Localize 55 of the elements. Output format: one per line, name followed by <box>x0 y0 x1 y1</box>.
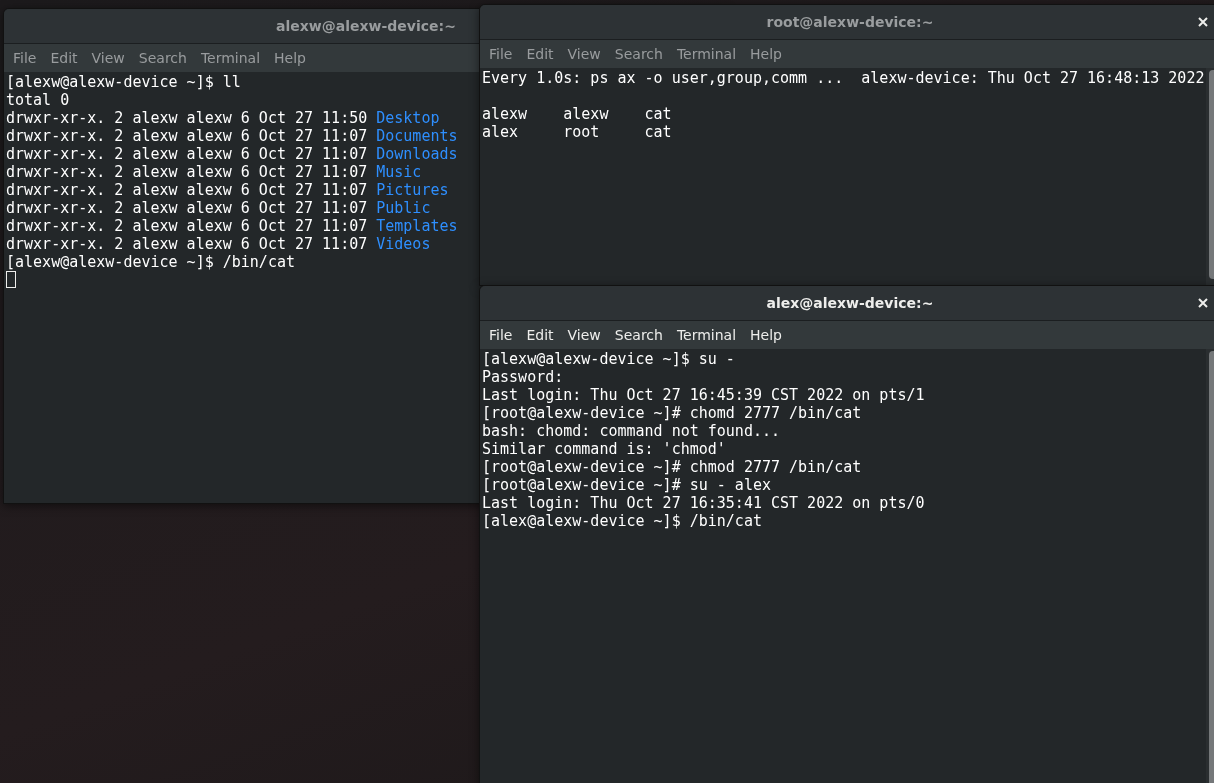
terminal-line: drwxr-xr-x. 2 alexw alexw 6 Oct 27 11:07 <box>6 217 368 235</box>
terminal-line: Last login: Thu Oct 27 16:45:39 CST 2022 on pts/1 <box>482 386 925 404</box>
terminal-line: drwxr-xr-x. 2 alexw alexw 6 Oct 27 11:50 <box>6 109 368 127</box>
terminal-line: drwxr-xr-x. 2 alexw alexw 6 Oct 27 11:07 <box>6 145 368 163</box>
terminal-line: drwxr-xr-x. 2 alexw alexw 6 Oct 27 11:07 <box>6 127 368 145</box>
menu-item[interactable]: Terminal <box>670 327 743 343</box>
directory-name: Public <box>376 199 431 217</box>
directory-name: Downloads <box>376 145 458 163</box>
watch-header: Every 1.0s: ps ax -o user,group,comm ... alexw-device: Thu Oct 27 16:48:13 2022 <box>482 69 1205 87</box>
terminal-line: [alexw@alexw-device ~]$ /bin/cat <box>6 253 295 271</box>
terminal-line: Password: <box>482 368 564 386</box>
terminal-line: Last login: Thu Oct 27 16:35:41 CST 2022 on pts/0 <box>482 494 925 512</box>
terminal-line: drwxr-xr-x. 2 alexw alexw 6 Oct 27 11:07 <box>6 163 368 181</box>
menu-item[interactable]: Terminal <box>194 50 267 66</box>
terminal-line: drwxr-xr-x. 2 alexw alexw 6 Oct 27 11:07 <box>6 199 368 217</box>
menu-item[interactable]: File <box>483 327 519 343</box>
directory-name: Music <box>376 163 422 181</box>
menu-item[interactable]: File <box>7 50 43 66</box>
menu-item[interactable]: File <box>483 46 519 62</box>
directory-name: Documents <box>376 127 458 145</box>
terminal-line: [root@alexw-device ~]# chomd 2777 /bin/cat <box>482 404 862 422</box>
menu-item[interactable]: Help <box>268 50 312 66</box>
menu-item[interactable]: Search <box>608 46 669 62</box>
directory-name: Pictures <box>376 181 449 199</box>
directory-name: Templates <box>376 217 458 235</box>
terminal-line: [alexw@alexw-device ~]$ su - <box>482 350 735 368</box>
terminal-line: [alex@alexw-device ~]$ /bin/cat <box>482 512 762 530</box>
terminal-line: alex root cat <box>482 123 672 141</box>
terminal-line: total 0 <box>6 91 70 109</box>
window-title: alexw@alexw-device:~ <box>276 18 456 34</box>
window-title: root@alexw-device:~ <box>766 14 934 30</box>
terminal-line: drwxr-xr-x. 2 alexw alexw 6 Oct 27 11:07 <box>6 235 368 253</box>
terminal-line: [alexw@alexw-device ~]$ ll <box>6 73 241 91</box>
menu-item[interactable]: Edit <box>520 327 560 343</box>
directory-name: Desktop <box>376 109 440 127</box>
window-title: alex@alexw-device:~ <box>766 295 934 311</box>
close-icon <box>1198 17 1208 27</box>
menu-item[interactable]: Help <box>744 327 788 343</box>
menu-item[interactable]: Edit <box>520 46 560 62</box>
menu-item[interactable]: View <box>561 327 607 343</box>
terminal-line: Similar command is: 'chmod' <box>482 440 726 458</box>
menu-item[interactable]: View <box>85 50 131 66</box>
terminal-line: drwxr-xr-x. 2 alexw alexw 6 Oct 27 11:07 <box>6 181 368 199</box>
menu-item[interactable]: Help <box>744 46 788 62</box>
terminal-line: bash: chomd: command not found... <box>482 422 780 440</box>
menu-item[interactable]: Terminal <box>670 46 743 62</box>
terminal-line: [root@alexw-device ~]# chmod 2777 /bin/cat <box>482 458 862 476</box>
menu-item[interactable]: Edit <box>44 50 84 66</box>
close-icon <box>1198 298 1208 308</box>
directory-name: Videos <box>376 235 431 253</box>
menu-item[interactable]: Search <box>608 327 669 343</box>
terminal-line: alexw alexw cat <box>482 105 672 123</box>
terminal-line: [root@alexw-device ~]# su - alex <box>482 476 771 494</box>
menu-item[interactable]: Search <box>132 50 193 66</box>
menu-item[interactable]: View <box>561 46 607 62</box>
